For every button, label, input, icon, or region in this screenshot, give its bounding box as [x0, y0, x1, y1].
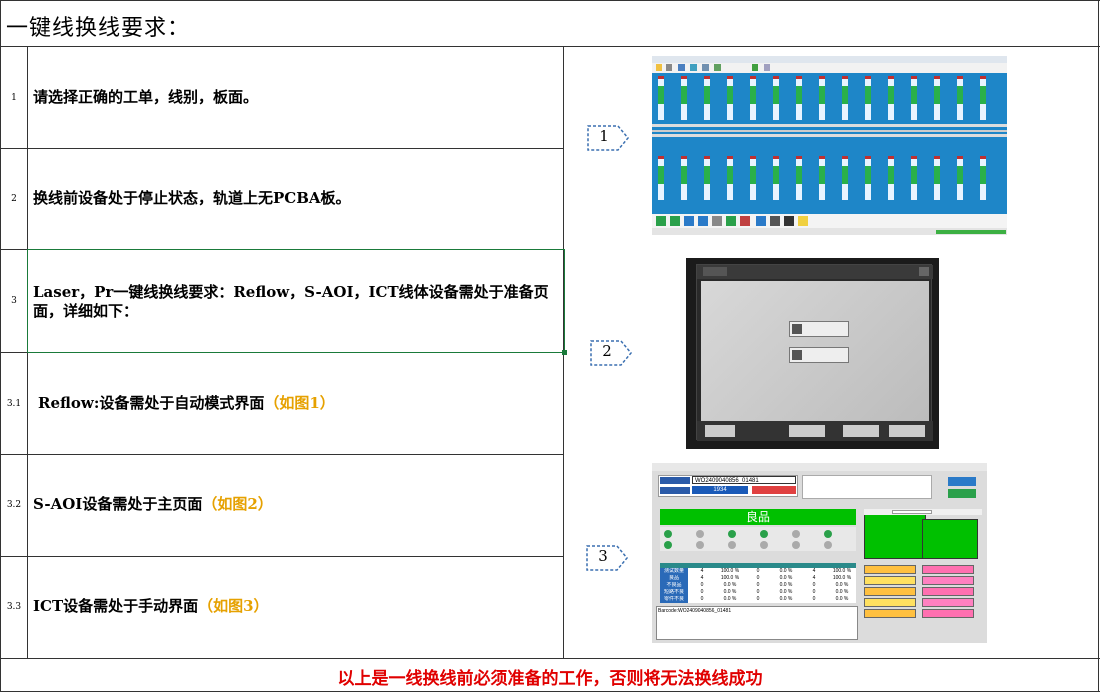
- ict-barcode-line: Barcode:WO2409040856_01481: [658, 608, 732, 614]
- ict-table-cell: 0.0 %: [835, 596, 849, 602]
- ict-count-value: 1934: [692, 486, 748, 494]
- ict-barcode-value: WO2409040856_01481: [692, 476, 796, 484]
- ict-table-row: 零件不良 0 0.0 % 0 0.0 % 0 0.0 %: [660, 596, 856, 603]
- ict-table-cell: 短路不良: [660, 589, 688, 596]
- saoi-screenshot: [686, 258, 939, 449]
- footer-note: 以上是一线换线前必须准备的工作，否则将无法换线成功: [337, 668, 763, 689]
- row-text: Reflow:设备需处于自动模式界面（如图1）: [38, 394, 558, 413]
- ict-table-cell: 0: [756, 582, 760, 588]
- row-text: ICT设备需处于手动界面（如图3）: [33, 597, 553, 616]
- ict-table-cell: 0.0 %: [723, 596, 737, 602]
- ict-table-cell: 零件不良: [660, 596, 688, 603]
- ict-table-cell: 4: [700, 568, 704, 574]
- ict-stats-table: 测试数量 4 100.0 % 0 0.0 % 4 100.0 % 良品 4 100.0 % 0 0.0…: [660, 568, 856, 603]
- ict-table-cell: 100.0 %: [832, 575, 852, 581]
- ict-table-cell: 0.0 %: [779, 596, 793, 602]
- ict-table-cell: 0.0 %: [723, 589, 737, 595]
- ict-table-cell: 4: [700, 575, 704, 581]
- row-number: 3: [11, 296, 17, 306]
- figure-ref: （如图1）: [264, 394, 335, 412]
- ict-table-cell: 0: [700, 596, 704, 602]
- row-text: S-AOI设备需处于主页面（如图2）: [33, 495, 553, 514]
- ict-table-cell: 0.0 %: [723, 582, 737, 588]
- ict-function-button[interactable]: [922, 587, 974, 596]
- ict-table-row: 测试数量 4 100.0 % 0 0.0 % 4 100.0 %: [660, 568, 856, 575]
- page-title: 一键线换线要求：: [6, 16, 191, 41]
- callout-2: 2: [589, 339, 633, 367]
- ict-function-button[interactable]: [864, 565, 916, 574]
- row-text-main: ICT设备需处于手动界面: [33, 597, 199, 615]
- ict-table-cell: 4: [812, 575, 816, 581]
- row-number: 3.1: [6, 399, 22, 409]
- cell-fill-handle[interactable]: [562, 350, 567, 355]
- figure-ref: （如图3）: [198, 597, 269, 615]
- ict-function-button[interactable]: [864, 598, 916, 607]
- ict-screenshot: WO2409040856_01481 1934 良品 测试数量 4 100.0 % 0…: [652, 463, 987, 643]
- ict-table-cell: 0: [700, 589, 704, 595]
- ict-table-cell: 0: [812, 589, 816, 595]
- ict-function-button[interactable]: [922, 576, 974, 585]
- ict-function-button[interactable]: [864, 587, 916, 596]
- ict-table-cell: 0.0 %: [779, 582, 793, 588]
- ict-function-button[interactable]: [922, 598, 974, 607]
- ict-table-cell: 0.0 %: [779, 575, 793, 581]
- ict-table-cell: 4: [812, 568, 816, 574]
- ict-table-cell: 100.0 %: [832, 568, 852, 574]
- ict-table-cell: 良品: [660, 575, 688, 582]
- row-text: 换线前设备处于停止状态，轨道上无PCBA板。: [33, 189, 351, 207]
- row-number: 1: [11, 93, 17, 103]
- ict-table-cell: 100.0 %: [720, 575, 740, 581]
- reflow-screenshot: [652, 56, 1007, 235]
- ict-table-cell: 0: [700, 582, 704, 588]
- ict-function-button[interactable]: [864, 576, 916, 585]
- ict-result-banner: 良品: [660, 509, 856, 525]
- ict-function-button[interactable]: [864, 609, 916, 618]
- ict-table-cell: 测试数量: [660, 568, 688, 575]
- ict-table-cell: 0: [812, 596, 816, 602]
- ict-table-cell: 0.0 %: [779, 589, 793, 595]
- ict-table-cell: 0: [756, 575, 760, 581]
- ict-table-row: 短路不良 0 0.0 % 0 0.0 % 0 0.0 %: [660, 589, 856, 596]
- ict-table-cell: 0.0 %: [779, 568, 793, 574]
- row-number: 3.3: [6, 602, 22, 612]
- ict-table-cell: 0.0 %: [835, 582, 849, 588]
- ict-table-cell: 0: [756, 596, 760, 602]
- row-text-main: S-AOI设备需处于主页面: [33, 495, 203, 513]
- ict-table-row: 良品 4 100.0 % 0 0.0 % 4 100.0 %: [660, 575, 856, 582]
- ict-function-button[interactable]: [922, 609, 974, 618]
- ict-table-cell: 0.0 %: [835, 589, 849, 595]
- ict-table-cell: 不良品: [660, 582, 688, 589]
- ict-function-button[interactable]: [922, 565, 974, 574]
- row-text: 请选择正确的工单，线别，板面。: [33, 88, 259, 106]
- ict-table-cell: 0: [756, 568, 760, 574]
- ict-table-cell: 100.0 %: [720, 568, 740, 574]
- row-number: 2: [11, 194, 17, 204]
- callout-1: 1: [586, 124, 630, 152]
- row-text-main: Reflow:设备需处于自动模式界面: [38, 394, 265, 412]
- row-text: Laser，Pr一键线换线要求：Reflow，S-AOI，ICT线体设备需处于准…: [33, 283, 549, 320]
- ict-table-cell: 0: [812, 582, 816, 588]
- ict-table-cell: 0: [756, 589, 760, 595]
- row-number: 3.2: [6, 500, 22, 510]
- figure-ref: （如图2）: [202, 495, 273, 513]
- callout-3: 3: [585, 544, 629, 572]
- ict-table-row: 不良品 0 0.0 % 0 0.0 % 0 0.0 %: [660, 582, 856, 589]
